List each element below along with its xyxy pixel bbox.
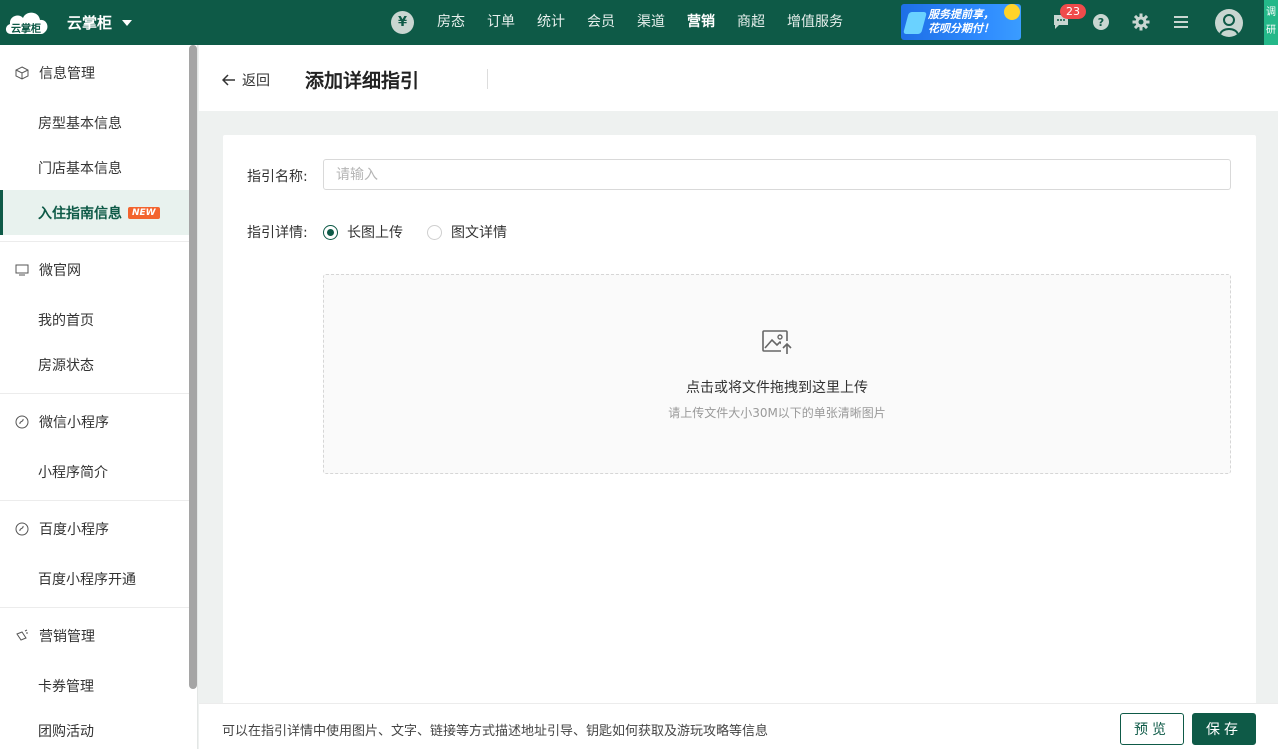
sidebar-group-title[interactable]: 微官网	[0, 242, 197, 297]
new-badge: NEW	[128, 206, 160, 219]
sidebar-group-marketing: 营销管理 卡券管理 团购活动	[0, 608, 197, 749]
nav-item-marketing[interactable]: 营销	[676, 0, 726, 45]
sidebar-group-title[interactable]: 微信小程序	[0, 394, 197, 449]
sidebar-group-baidu-mini: 百度小程序 百度小程序开通	[0, 501, 197, 608]
menu-icon[interactable]	[1171, 12, 1191, 32]
megaphone-icon	[15, 628, 31, 644]
page-header: 返回 添加详细指引	[199, 45, 1278, 111]
radio-label: 长图上传	[347, 225, 403, 241]
sidebar-group-label: 微官网	[39, 262, 81, 279]
promo-text: 服务提前享， 花呗分期付！	[928, 8, 1018, 36]
logo-text: 云掌柜	[11, 24, 41, 35]
form-card: 指引名称: 指引详情: 长图上传 图文详情 点击或将文件拖拽到这里上传 请上传文…	[223, 135, 1256, 715]
guide-detail-label: 指引详情:	[247, 225, 308, 241]
image-upload-dropzone[interactable]: 点击或将文件拖拽到这里上传 请上传文件大小30M以下的单张清晰图片	[323, 274, 1231, 474]
header-divider	[487, 69, 488, 89]
back-label: 返回	[242, 73, 270, 89]
promo-graphic	[903, 12, 927, 34]
nav-item-room-status[interactable]: 房态	[426, 0, 476, 45]
monitor-icon	[15, 262, 31, 278]
promo-banner[interactable]: 服务提前享， 花呗分期付！	[901, 4, 1021, 40]
brand-switcher[interactable]: 云掌柜	[67, 12, 133, 33]
nav-item-members[interactable]: 会员	[576, 0, 626, 45]
main-nav: 房态 订单 统计 会员 渠道 营销 商超 增值服务	[426, 0, 854, 45]
miniprogram-icon	[15, 414, 31, 430]
top-navigation-bar: 云掌柜 云掌柜 ¥ 房态 订单 统计 会员 渠道 营销 商超 增值服务 服务提前…	[0, 0, 1278, 45]
survey-tab[interactable]: 调研	[1264, 0, 1278, 45]
sidebar-item-label: 入住指南信息	[38, 205, 122, 222]
guide-name-input[interactable]	[323, 159, 1231, 190]
page-footer: 可以在指引详情中使用图片、文字、链接等方式描述地址引导、钥匙如何获取及游玩攻略等…	[199, 703, 1278, 749]
sidebar-item-store-info[interactable]: 门店基本信息	[0, 145, 197, 190]
svg-text:?: ?	[1098, 16, 1104, 29]
radio-rich-text[interactable]: 图文详情	[427, 222, 507, 242]
nav-item-channels[interactable]: 渠道	[626, 0, 676, 45]
footer-tip: 可以在指引详情中使用图片、文字、链接等方式描述地址引导、钥匙如何获取及游玩攻略等…	[222, 724, 769, 739]
sidebar-group-wechat-mini: 微信小程序 小程序简介	[0, 394, 197, 501]
image-upload-icon	[761, 327, 793, 357]
sidebar-group-info: 信息管理 房型基本信息 门店基本信息 入住指南信息 NEW	[0, 45, 197, 242]
sidebar-item-listing-status[interactable]: 房源状态	[0, 342, 197, 387]
sidebar-group-label: 百度小程序	[39, 521, 109, 538]
radio-label: 图文详情	[451, 225, 507, 241]
radio-long-image[interactable]: 长图上传	[323, 222, 403, 242]
preview-button[interactable]: 预览	[1120, 713, 1184, 745]
app-logo[interactable]: 云掌柜	[3, 6, 51, 38]
sidebar: 信息管理 房型基本信息 门店基本信息 入住指南信息 NEW 微官网 我的首页 房…	[0, 45, 198, 749]
sidebar-item-my-home[interactable]: 我的首页	[0, 297, 197, 342]
promo-line-1: 服务提前享，	[928, 8, 994, 21]
brand-name: 云掌柜	[67, 14, 113, 32]
nav-item-value-added[interactable]: 增值服务	[776, 0, 854, 45]
radio-unchecked-icon	[427, 224, 442, 240]
promo-line-2: 花呗分期付！	[928, 22, 994, 35]
sidebar-group-micro-site: 微官网 我的首页 房源状态	[0, 242, 197, 394]
sidebar-item-baidu-activate[interactable]: 百度小程序开通	[0, 556, 197, 601]
help-icon[interactable]: ?	[1091, 12, 1111, 32]
sidebar-group-label: 信息管理	[39, 65, 95, 82]
sidebar-item-checkin-guide[interactable]: 入住指南信息 NEW	[0, 190, 197, 235]
sidebar-item-room-type-info[interactable]: 房型基本信息	[0, 100, 197, 145]
caret-down-icon	[122, 19, 133, 26]
page-title: 添加详细指引	[305, 70, 420, 92]
nav-item-orders[interactable]: 订单	[476, 0, 526, 45]
arrow-left-icon	[222, 74, 235, 86]
sidebar-item-mini-intro[interactable]: 小程序简介	[0, 449, 197, 494]
upload-title: 点击或将文件拖拽到这里上传	[686, 380, 868, 396]
sidebar-group-title[interactable]: 百度小程序	[0, 501, 197, 556]
sidebar-group-title[interactable]: 营销管理	[0, 608, 197, 663]
upload-hint: 请上传文件大小30M以下的单张清晰图片	[668, 406, 886, 420]
sidebar-group-label: 营销管理	[39, 628, 95, 645]
message-count-badge: 23	[1060, 4, 1086, 19]
sidebar-group-label: 微信小程序	[39, 414, 109, 431]
sidebar-item-coupons[interactable]: 卡券管理	[0, 663, 197, 708]
miniprogram-icon	[15, 521, 31, 537]
user-avatar[interactable]	[1215, 9, 1243, 37]
radio-checked-icon	[323, 224, 338, 240]
nav-item-statistics[interactable]: 统计	[526, 0, 576, 45]
guide-name-label: 指引名称:	[247, 169, 308, 185]
settings-gear-icon[interactable]	[1131, 12, 1151, 32]
cube-icon	[15, 65, 31, 81]
sidebar-scrollbar[interactable]	[189, 45, 197, 689]
nav-item-store[interactable]: 商超	[726, 0, 776, 45]
yuan-icon[interactable]: ¥	[391, 11, 414, 34]
sidebar-item-group-buy[interactable]: 团购活动	[0, 708, 197, 749]
save-button[interactable]: 保存	[1192, 713, 1256, 745]
sidebar-group-title[interactable]: 信息管理	[0, 45, 197, 100]
back-button[interactable]: 返回	[222, 70, 270, 90]
